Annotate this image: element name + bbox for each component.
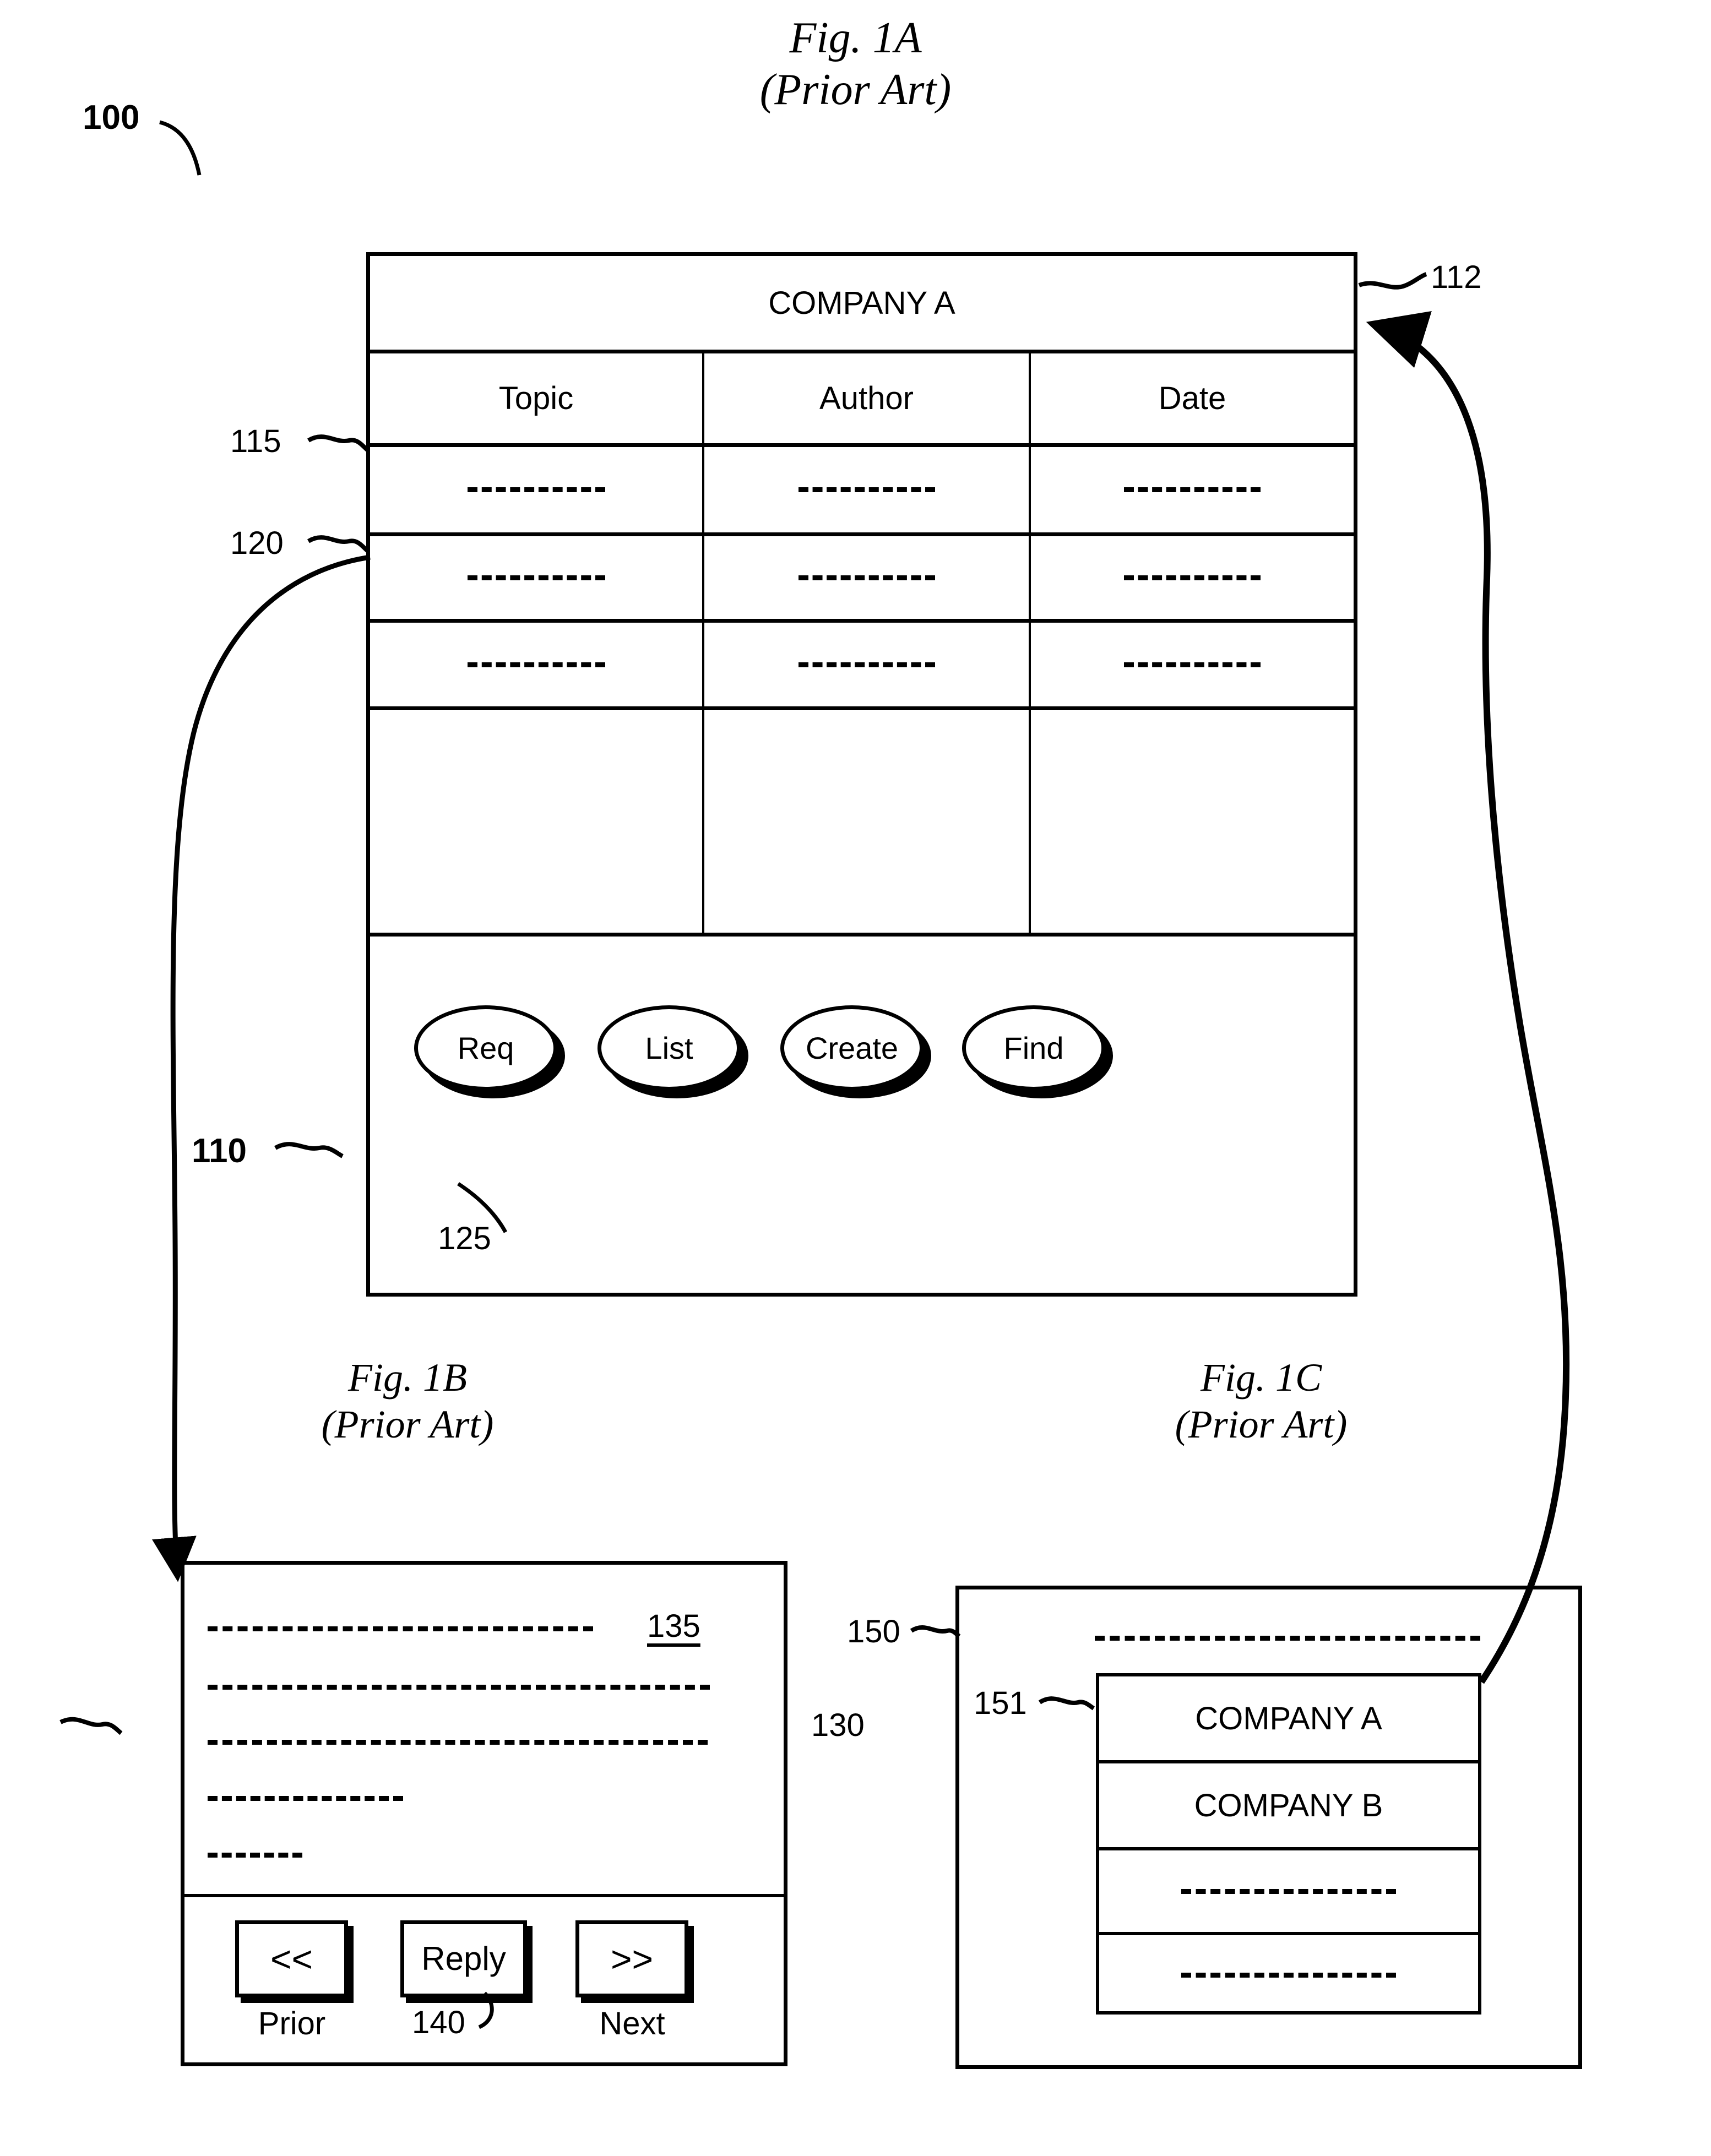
reference-numeral-112: 112: [1431, 259, 1482, 295]
list-item[interactable]: COMPANY B: [1099, 1763, 1478, 1847]
figure-1c-title: Fig. 1C (Prior Art): [1090, 1354, 1432, 1448]
table-row[interactable]: [370, 536, 1354, 619]
prior-button-glyph: <<: [235, 1920, 348, 1997]
message-text-line: [208, 1685, 710, 1690]
req-button[interactable]: Req: [414, 1005, 565, 1098]
fig1a-table-bottom-divider: [370, 933, 1354, 937]
fig1a-cell-author: [704, 536, 1029, 619]
reference-numeral-120: 120: [230, 525, 284, 561]
create-button-label: Create: [780, 1005, 924, 1091]
reference-numeral-130: 130: [811, 1707, 865, 1743]
fig1b-message-window[interactable]: 135 << Prior Reply >> Next: [181, 1561, 787, 2066]
fig1a-cell-topic: [370, 710, 702, 933]
list-button[interactable]: List: [598, 1005, 748, 1098]
fig1a-company-header-label: COMPANY A: [768, 285, 955, 321]
fig1a-row-divider-3: [370, 706, 1354, 710]
fig1a-column-header-date: Date: [1158, 380, 1226, 416]
find-button[interactable]: Find: [962, 1005, 1113, 1098]
leader-120: [307, 535, 370, 553]
next-button-caption: Next: [599, 2006, 665, 2041]
reference-numeral-125: 125: [438, 1221, 491, 1256]
next-button-glyph: >>: [575, 1920, 688, 1997]
prior-button-caption: Prior: [258, 2006, 326, 2041]
leader-130: [59, 1717, 123, 1735]
reference-numeral-151: 151: [974, 1685, 1027, 1721]
req-button-label: Req: [414, 1005, 557, 1091]
fig1a-header-divider: [370, 350, 1354, 353]
list-button-label: List: [598, 1005, 741, 1091]
table-row[interactable]: [370, 710, 1354, 933]
message-text-line: [208, 1853, 302, 1858]
list-item[interactable]: COMPANY A: [1099, 1676, 1478, 1760]
figure-1a-title: Fig. 1A (Prior Art): [0, 12, 1711, 116]
patent-figure-sheet: Fig. 1A (Prior Art) COMPANY A Topic Auth…: [0, 0, 1711, 2156]
fig1a-cell-date: [1031, 447, 1354, 532]
fig1a-company-header-row: COMPANY A: [370, 256, 1354, 350]
reference-numeral-100: 100: [83, 99, 140, 137]
prior-button[interactable]: <<: [235, 1920, 354, 2003]
fig1a-row-divider-1: [370, 532, 1354, 536]
leader-110: [274, 1142, 344, 1158]
fig1c-company-selector-window[interactable]: COMPANY A COMPANY B: [955, 1586, 1582, 2069]
fig1c-company-list-box[interactable]: COMPANY A COMPANY B: [1096, 1673, 1481, 2015]
figure-1c-title-line1: Fig. 1C: [1200, 1355, 1322, 1400]
reference-numeral-140: 140: [412, 2005, 465, 2040]
fig1a-cell-topic: [370, 623, 702, 706]
fig1a-cell-author: [704, 447, 1029, 532]
reply-button-label: Reply: [400, 1920, 527, 1997]
create-button[interactable]: Create: [780, 1005, 931, 1098]
message-text-line: [208, 1626, 593, 1631]
fig1a-cell-topic: [370, 447, 702, 532]
fig1a-cell-date: [1031, 536, 1354, 619]
figure-1b-title-line1: Fig. 1B: [348, 1355, 467, 1400]
fig1a-column-header-topic: Topic: [498, 380, 574, 416]
reply-button[interactable]: Reply: [400, 1920, 533, 2003]
fig1b-navigation-bar: << Prior Reply >> Next: [184, 1897, 784, 2062]
flow-arrow-company-to-table: [1366, 311, 1570, 1684]
fig1a-columnheader-divider: [370, 443, 1354, 447]
fig1a-cell-author: [704, 623, 1029, 706]
list-item[interactable]: [1099, 1935, 1478, 2015]
leader-112: [1358, 272, 1427, 290]
fig1a-row-divider-2: [370, 619, 1354, 623]
table-row[interactable]: [370, 623, 1354, 706]
figure-1b-title: Fig. 1B (Prior Art): [237, 1354, 578, 1448]
leader-115: [307, 434, 370, 453]
figure-1a-title-line2: (Prior Art): [759, 66, 952, 115]
fig1c-title-placeholder: [1095, 1636, 1480, 1641]
message-text-line: [208, 1740, 708, 1745]
figure-1c-title-line2: (Prior Art): [1175, 1402, 1348, 1446]
fig1a-cell-author: [704, 710, 1029, 933]
fig1a-button-bar: Req List Create Find: [370, 937, 1354, 1294]
find-button-label: Find: [962, 1005, 1105, 1091]
table-row[interactable]: [370, 447, 1354, 532]
message-id-label: 135: [647, 1608, 700, 1644]
fig1a-cell-topic: [370, 536, 702, 619]
reference-numeral-115: 115: [230, 423, 281, 459]
fig1b-message-body: 135: [184, 1565, 784, 1894]
figure-1a-title-line1: Fig. 1A: [789, 14, 922, 62]
fig1a-application-window[interactable]: COMPANY A Topic Author Date Req List Cre…: [366, 252, 1357, 1297]
leader-100: [159, 120, 202, 176]
fig1a-cell-date: [1031, 623, 1354, 706]
fig1a-column-header-row: Topic Author Date: [370, 353, 1354, 443]
fig1a-cell-date: [1031, 710, 1354, 933]
next-button[interactable]: >>: [575, 1920, 694, 2003]
reference-numeral-110: 110: [192, 1132, 247, 1170]
leader-150: [910, 1625, 961, 1638]
figure-1b-title-line2: (Prior Art): [321, 1402, 494, 1446]
list-item[interactable]: [1099, 1850, 1478, 1932]
message-text-line: [208, 1796, 403, 1801]
fig1a-column-header-author: Author: [819, 380, 914, 416]
reference-numeral-150: 150: [847, 1614, 900, 1649]
